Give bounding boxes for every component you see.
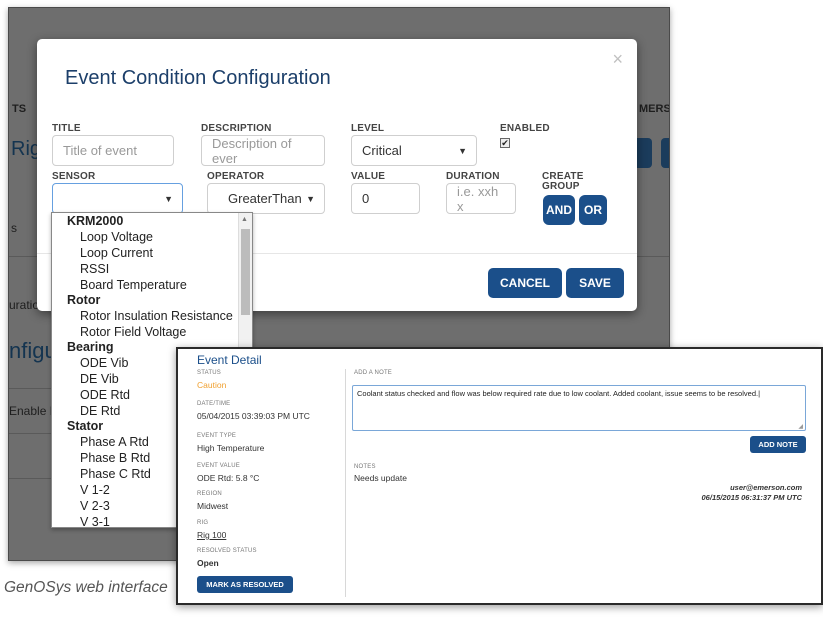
- value-label: VALUE: [351, 171, 386, 182]
- level-label: LEVEL: [351, 123, 385, 134]
- dropdown-group-stator: Stator: [67, 419, 104, 433]
- datetime-value: 05/04/2015 03:39:03 PM UTC: [197, 411, 310, 421]
- bg-button: [661, 138, 669, 168]
- enabled-label: ENABLED: [500, 123, 550, 134]
- dropdown-item[interactable]: Phase A Rtd: [80, 435, 149, 449]
- bg-header-right: MERS: [639, 103, 670, 115]
- region-label: REGION: [197, 491, 222, 497]
- dropdown-item[interactable]: V 2-3: [80, 499, 110, 513]
- sensor-select[interactable]: ▼: [52, 183, 183, 214]
- resize-handle-icon[interactable]: ◢: [798, 423, 803, 430]
- or-button[interactable]: OR: [579, 195, 607, 225]
- close-icon[interactable]: ×: [612, 49, 623, 70]
- operator-value: GreaterThan: [228, 191, 302, 206]
- add-note-button[interactable]: ADD NOTE: [750, 436, 806, 453]
- event-value-value: ODE Rtd: 5.8 °C: [197, 473, 260, 483]
- resolved-status-value: Open: [197, 558, 219, 568]
- add-note-label: ADD A NOTE: [354, 370, 393, 376]
- dropdown-item[interactable]: RSSI: [80, 262, 109, 276]
- event-type-value: High Temperature: [197, 443, 265, 453]
- region-value: Midwest: [197, 501, 229, 511]
- rig-link[interactable]: Rig 100: [197, 530, 226, 540]
- chevron-down-icon: ▼: [458, 146, 467, 156]
- duration-input[interactable]: i.e. xxh x: [446, 183, 516, 214]
- note-user: user@emerson.com: [730, 483, 802, 492]
- rig-label: RIG: [197, 520, 209, 526]
- dropdown-group-rotor: Rotor: [67, 293, 101, 307]
- bg-label-s: s: [11, 221, 17, 235]
- modal-title: Event Condition Configuration: [65, 67, 331, 89]
- dropdown-item[interactable]: Phase B Rtd: [80, 451, 150, 465]
- bg-label-uration: uratio: [9, 298, 40, 312]
- dropdown-item[interactable]: Board Temperature: [80, 278, 187, 292]
- dropdown-item[interactable]: DE Rtd: [80, 404, 120, 418]
- status-label: STATUS: [197, 370, 221, 376]
- note-text: Coolant status checked and flow was belo…: [357, 389, 761, 398]
- event-value-label: EVENT VALUE: [197, 463, 240, 469]
- dropdown-item[interactable]: Phase C Rtd: [80, 467, 151, 481]
- mark-as-resolved-button[interactable]: MARK AS RESOLVED: [197, 576, 293, 593]
- chevron-down-icon: ▼: [306, 194, 315, 204]
- sensor-label: SENSOR: [52, 171, 96, 182]
- dropdown-item[interactable]: Loop Voltage: [80, 230, 153, 244]
- datetime-label: DATE/TIME: [197, 401, 231, 407]
- dropdown-item[interactable]: DE Vib: [80, 372, 119, 386]
- and-button[interactable]: AND: [543, 195, 575, 225]
- dropdown-item[interactable]: ODE Vib: [80, 356, 128, 370]
- title-label: TITLE: [52, 123, 81, 134]
- event-type-label: EVENT TYPE: [197, 433, 237, 439]
- notes-label: NOTES: [354, 464, 376, 470]
- enabled-checkbox[interactable]: ✔: [500, 138, 510, 148]
- dropdown-item[interactable]: Rotor Field Voltage: [80, 325, 186, 339]
- note-entry: Needs update: [354, 473, 407, 483]
- dropdown-item[interactable]: Rotor Insulation Resistance: [80, 309, 233, 323]
- resolved-status-label: RESOLVED STATUS: [197, 548, 257, 554]
- event-detail-panel: Event Detail STATUS Caution DATE/TIME 05…: [176, 347, 823, 605]
- level-select[interactable]: Critical ▼: [351, 135, 477, 166]
- note-time: 06/15/2015 06:31:37 PM UTC: [701, 493, 802, 502]
- operator-label: OPERATOR: [207, 171, 265, 182]
- description-label: DESCRIPTION: [201, 123, 272, 134]
- operator-select[interactable]: GreaterThan ▼: [207, 183, 325, 214]
- save-button[interactable]: SAVE: [566, 268, 624, 298]
- cancel-button[interactable]: CANCEL: [488, 268, 562, 298]
- dropdown-group-bearing: Bearing: [67, 340, 114, 354]
- note-textarea[interactable]: Coolant status checked and flow was belo…: [352, 385, 806, 431]
- create-group-label-2: GROUP: [542, 181, 580, 192]
- duration-label: DURATION: [446, 171, 500, 182]
- dropdown-item[interactable]: V 3-1: [80, 515, 110, 527]
- figure-caption: GenOSys web interface: [4, 579, 168, 596]
- scrollbar-thumb[interactable]: [241, 229, 250, 315]
- dropdown-item[interactable]: V 1-2: [80, 483, 110, 497]
- value-input[interactable]: 0: [351, 183, 420, 214]
- description-input[interactable]: Description of ever: [201, 135, 325, 166]
- chevron-down-icon: ▼: [164, 194, 173, 204]
- dropdown-item[interactable]: ODE Rtd: [80, 388, 130, 402]
- status-value: Caution: [197, 380, 227, 390]
- bg-header-left: TS: [12, 103, 27, 115]
- dropdown-item[interactable]: Loop Current: [80, 246, 153, 260]
- title-input[interactable]: Title of event: [52, 135, 174, 166]
- bg-configure-heading: nfigu: [9, 338, 57, 363]
- scroll-up-icon[interactable]: ▲: [241, 216, 248, 223]
- event-detail-title: Event Detail: [197, 353, 262, 367]
- level-value: Critical: [362, 143, 402, 158]
- panel-divider: [345, 369, 346, 597]
- dropdown-group-krm2000: KRM2000: [67, 214, 124, 228]
